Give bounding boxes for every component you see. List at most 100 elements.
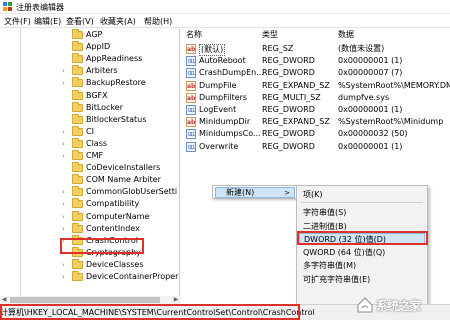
submenu-item-label: 字符串值(S): [303, 208, 347, 217]
folder-icon: [72, 150, 83, 160]
expand-chevron-icon[interactable]: ›: [62, 126, 70, 138]
value-row[interactable]: ab DumpFile REG_EXPAND_SZ %SystemRoot%\MEMO…: [182, 80, 450, 92]
submenu-item-label: 项(K): [303, 190, 323, 199]
folder-icon: [72, 77, 83, 88]
value-type: REG_EXPAND_SZ: [262, 80, 330, 90]
column-header-data[interactable]: 数据: [338, 29, 354, 41]
folder-icon: [72, 113, 83, 124]
submenu-item-string-value[interactable]: 字符串值(S): [299, 207, 425, 219]
expand-chevron-icon: [62, 174, 70, 186]
submenu-item-qword-value[interactable]: QWORD (64 位)值(Q): [299, 247, 425, 259]
tree-item[interactable]: AppID: [62, 41, 180, 53]
expand-chevron-icon[interactable]: ›: [62, 259, 70, 271]
string-value-icon: ab: [186, 44, 196, 54]
expand-chevron-icon[interactable]: ›: [62, 65, 70, 77]
value-row[interactable]: ab DumpFilters REG_MULTI_SZ dumpfve.sys: [182, 92, 450, 104]
tree-item[interactable]: CoDeviceInstallers: [62, 162, 180, 174]
tree-horizontal-scrollbar[interactable]: ◀ ▶: [0, 296, 180, 304]
submenu-separator: [301, 202, 423, 203]
value-type: REG_DWORD: [262, 141, 315, 151]
folder-icon: [72, 258, 83, 269]
submenu-item-expandable-string-value[interactable]: 可扩充字符串值(E): [299, 274, 425, 286]
value-row[interactable]: 011 CrashDumpEn... REG_DWORD 0x00000007 (7): [182, 67, 450, 79]
tree-item[interactable]: COM Name Arbiter: [62, 174, 180, 186]
value-data: %SystemRoot%\MEMORY.DMP: [338, 80, 450, 90]
tree-item-label: CI: [86, 126, 94, 136]
value-row[interactable]: 011 Overwrite REG_DWORD 0x00000001 (1): [182, 141, 450, 153]
expand-chevron-icon[interactable]: ›: [62, 77, 70, 89]
value-type: REG_DWORD: [262, 105, 315, 114]
value-row[interactable]: 011 LogEvent REG_DWORD 0x00000001 (1): [182, 104, 450, 116]
expand-chevron-icon[interactable]: ›: [62, 186, 70, 198]
tree-item-label: Arbiters: [86, 66, 118, 76]
expand-chevron-icon[interactable]: ›: [62, 223, 70, 235]
tree-item[interactable]: › ComputerName: [62, 210, 180, 223]
expand-chevron-icon[interactable]: ›: [62, 150, 70, 162]
tree-item[interactable]: AGP: [62, 29, 180, 41]
menu-edit[interactable]: 编辑(E): [34, 16, 61, 27]
tree-item-label: CoDeviceInstallers: [86, 163, 161, 173]
tree-item[interactable]: › BackupRestore: [62, 77, 180, 89]
value-row[interactable]: ab (默认) REG_SZ (数值未设置): [182, 43, 450, 56]
value-type: REG_SZ: [262, 44, 294, 53]
submenu-item-key[interactable]: 项(K): [299, 189, 425, 201]
value-type: REG_DWORD: [262, 129, 315, 139]
submenu-item-multi-string-value[interactable]: 多字符串值(M): [299, 260, 425, 272]
value-data: dumpfve.sys: [338, 92, 390, 102]
expand-chevron-icon: [62, 102, 70, 114]
expand-chevron-icon: [62, 114, 70, 126]
scrollbar-thumb[interactable]: [10, 297, 160, 303]
tree-item-label: BitLocker: [86, 102, 124, 112]
tree-item[interactable]: › CommonGlobUserSetti: [62, 186, 180, 198]
menu-file[interactable]: 文件(F): [4, 16, 31, 27]
value-row[interactable]: ab MinidumpDir REG_EXPAND_SZ %SystemRoot%\M…: [182, 116, 450, 128]
tree-item[interactable]: › Arbiters: [62, 65, 180, 77]
value-name: MinidumpDir: [199, 117, 251, 127]
crashcontrol-highlight-box: [60, 238, 144, 254]
folder-icon: [72, 162, 83, 173]
tree-item[interactable]: BitLocker: [62, 101, 180, 114]
value-data: 0x00000001 (1): [338, 105, 403, 114]
value-type: REG_EXPAND_SZ: [262, 117, 330, 127]
tree-item[interactable]: › DeviceContainerProper: [62, 271, 180, 283]
menu-help[interactable]: 帮助(H): [144, 16, 172, 27]
tree-item[interactable]: › CMF: [62, 150, 180, 162]
watermark: 系统之家: [356, 294, 450, 320]
value-data: 0x00000007 (7): [338, 68, 403, 78]
scroll-left-icon[interactable]: ◀: [0, 296, 8, 304]
expand-chevron-icon[interactable]: ›: [62, 198, 70, 210]
tree-item[interactable]: › ContentIndex: [62, 222, 180, 235]
expand-chevron-icon[interactable]: ›: [62, 271, 70, 283]
watermark-text: 系统之家: [376, 299, 421, 313]
column-header-name[interactable]: 名称: [186, 29, 202, 41]
binary-value-icon: 011: [186, 56, 196, 67]
expand-chevron-icon[interactable]: ›: [62, 138, 70, 150]
menu-favorites[interactable]: 收藏夹(A): [100, 16, 136, 27]
tree-item[interactable]: AppReadiness: [62, 53, 180, 65]
expand-chevron-icon[interactable]: ›: [62, 211, 70, 223]
value-row[interactable]: 011 AutoReboot REG_DWORD 0x00000001 (1): [182, 55, 450, 67]
folder-icon: [72, 101, 83, 112]
value-name: MinidumpsCo...: [199, 129, 261, 139]
new-submenu: 项(K) 字符串值(S) 二进制值(B) DWORD (32 位)值(D) QWORD …: [296, 185, 428, 307]
tree-item[interactable]: › DeviceClasses: [62, 258, 180, 271]
context-menu-new[interactable]: 新建(N) >: [215, 187, 295, 198]
registry-tree[interactable]: AGP AppID AppReadiness › Arbiters › BackupRest…: [0, 29, 180, 304]
folder-icon: [72, 41, 83, 52]
tree-item-label: ComputerName: [86, 211, 150, 221]
expand-chevron-icon: [62, 53, 70, 65]
value-row[interactable]: 011 MinidumpsCo... REG_DWORD 0x00000032 (50…: [182, 128, 450, 140]
column-header-type[interactable]: 类型: [262, 29, 278, 41]
string-value-icon: ab: [186, 80, 196, 91]
value-data: 0x00000032 (50): [338, 129, 408, 139]
tree-item[interactable]: BGFX: [62, 89, 180, 102]
watermark-logo-icon: [357, 297, 373, 313]
menu-view[interactable]: 查看(V): [66, 16, 94, 27]
tree-item[interactable]: › CI: [62, 125, 180, 138]
scroll-right-icon[interactable]: ▶: [172, 296, 180, 304]
tree-item[interactable]: › Compatibility: [62, 198, 180, 210]
tree-item[interactable]: BitlockerStatus: [62, 113, 180, 126]
tree-item[interactable]: › Class: [62, 137, 180, 150]
value-name: (默认): [199, 44, 226, 56]
context-menu: 新建(N) >: [212, 185, 298, 199]
